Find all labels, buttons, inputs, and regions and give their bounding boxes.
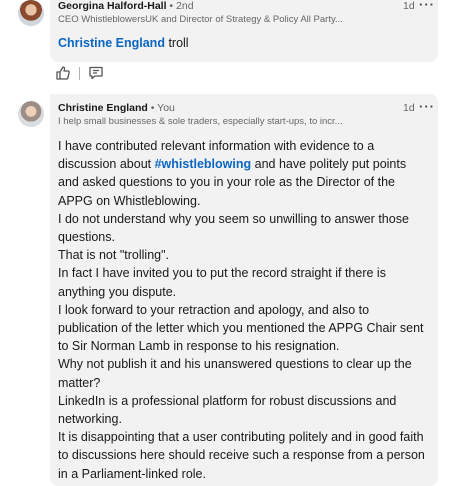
comment-1-text: Christine England troll — [58, 36, 189, 50]
comment-1-actions — [54, 65, 105, 81]
comment-1-body: troll — [168, 36, 189, 50]
comment-2-headline: I help small businesses & sole traders, … — [58, 116, 343, 127]
comment-2-text: I have contributed relevant information … — [58, 137, 430, 483]
comment-2-paragraph: In fact I have invited you to put the re… — [58, 266, 386, 299]
comment-2-paragraph: I do not understand why you seem so unwi… — [58, 211, 409, 245]
thumbs-up-icon[interactable] — [54, 65, 72, 81]
comment-2-more-icon[interactable]: ··· — [419, 100, 435, 113]
comment-2-author[interactable]: Christine England • You — [58, 102, 175, 114]
comment-2-paragraph: Why not publish it and his unanswered qu… — [58, 357, 412, 390]
hashtag-whistleblowing[interactable]: #whistleblowing — [155, 157, 252, 171]
action-divider — [79, 66, 80, 80]
comment-2-paragraph: It is disappointing that a user contribu… — [58, 430, 425, 481]
comment-2-paragraph: I have contributed relevant information … — [58, 139, 407, 208]
comment-1-headline: CEO WhistleblowersUK and Director of Str… — [58, 14, 343, 25]
comment-1-time: 1d — [403, 0, 415, 12]
avatar-christine[interactable] — [18, 101, 44, 127]
comment-2-paragraph: That is not "trolling". — [58, 248, 170, 263]
mention-christine-england[interactable]: Christine England — [58, 36, 165, 50]
comment-2-time: 1d — [403, 102, 415, 114]
comment-icon[interactable] — [87, 65, 105, 81]
avatar-georgina[interactable] — [18, 0, 44, 26]
comment-1-more-icon[interactable]: ··· — [419, 0, 435, 11]
comment-1-author[interactable]: Georgina Halford-Hall • 2nd — [58, 0, 194, 12]
comment-2-paragraph: LinkedIn is a professional platform for … — [58, 393, 397, 427]
comment-2-paragraph: I look forward to your retraction and ap… — [58, 302, 424, 354]
